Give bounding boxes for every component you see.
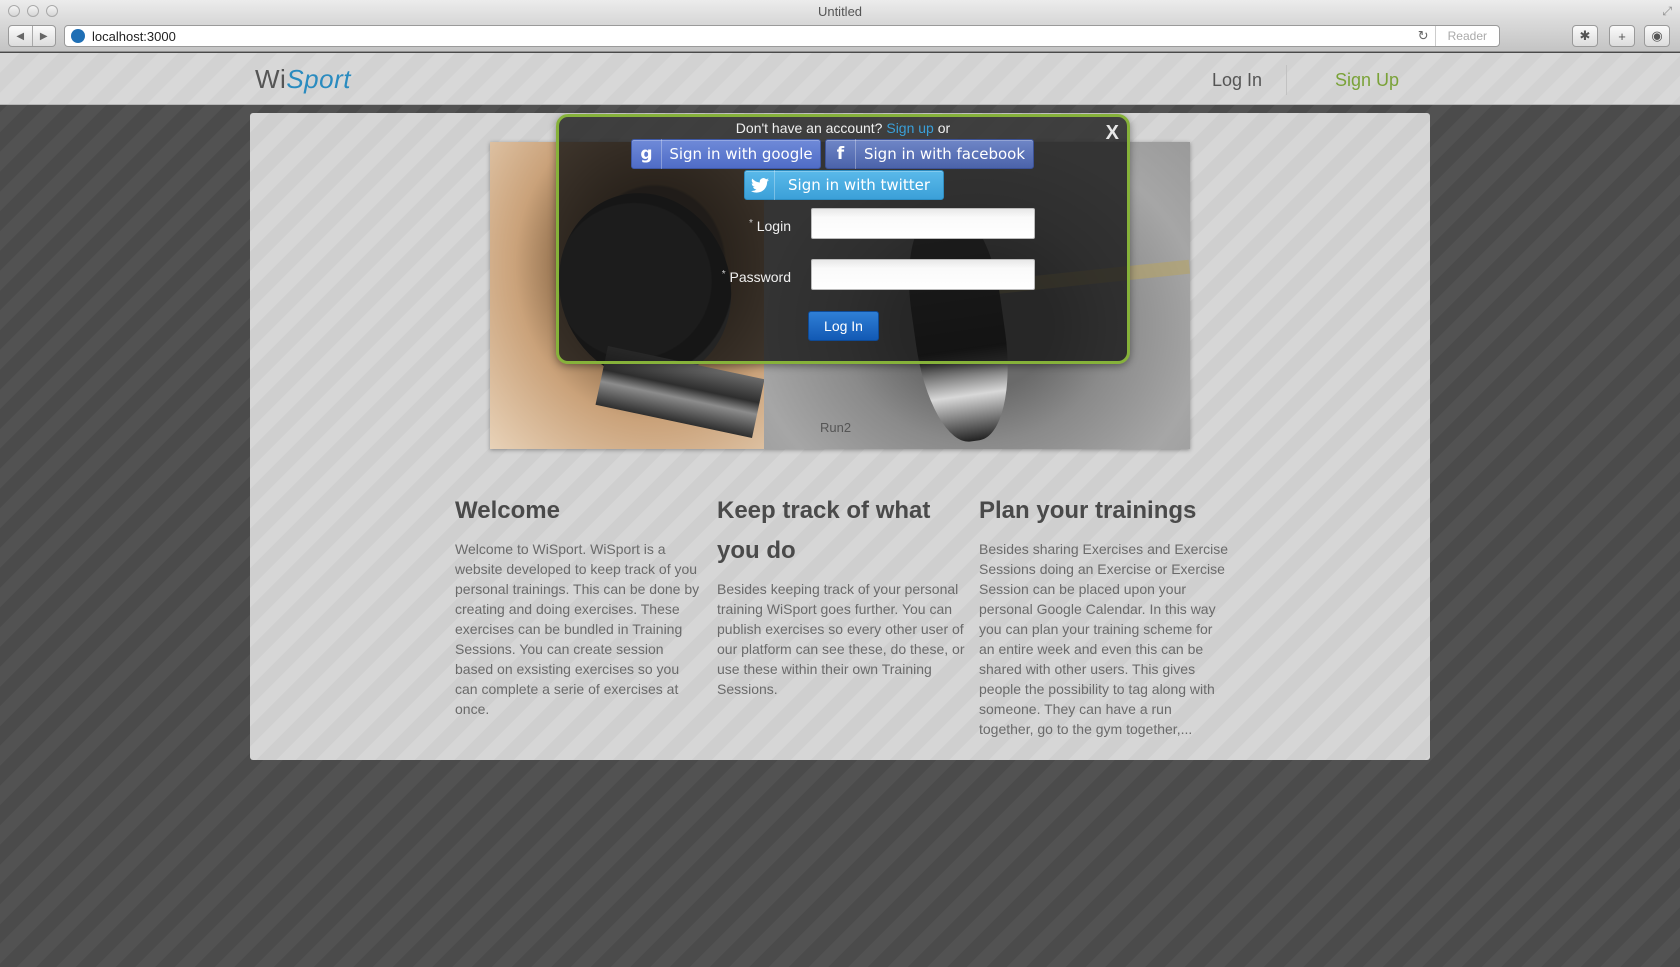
- required-mark: *: [748, 218, 753, 229]
- login-submit-button[interactable]: Log In: [808, 311, 879, 341]
- login-label-text: Login: [756, 218, 791, 234]
- login-input[interactable]: [811, 208, 1035, 239]
- password-label: * Password: [651, 269, 791, 285]
- window-titlebar: Untitled ⤢: [0, 0, 1680, 22]
- login-label: * Login: [651, 218, 791, 234]
- site-navbar: WiSport Log In Sign Up: [0, 53, 1680, 105]
- column-body: Besides sharing Exercises and Exercise S…: [979, 541, 1229, 737]
- login-modal: Don't have an account? Sign up or X g Si…: [556, 114, 1130, 364]
- fullscreen-icon[interactable]: ⤢: [1662, 4, 1672, 19]
- nav-login-link[interactable]: Log In: [1212, 65, 1288, 95]
- reload-icon[interactable]: ↻: [1418, 28, 1429, 44]
- required-mark: *: [721, 269, 726, 280]
- signup-link[interactable]: Sign up: [886, 120, 933, 136]
- twitter-signin-button[interactable]: Sign in with twitter: [744, 170, 944, 200]
- site-logo[interactable]: WiSport: [255, 64, 351, 95]
- url-text[interactable]: localhost:3000: [92, 29, 1418, 44]
- close-modal-button[interactable]: X: [1106, 122, 1119, 145]
- logo-accent: Sport: [286, 64, 351, 94]
- browser-toolbar: ◀ ▶ localhost:3000 ↻ Reader ✱ + ◉: [0, 22, 1680, 52]
- facebook-signin-button[interactable]: f Sign in with facebook: [825, 139, 1034, 169]
- hero-caption: Run2: [820, 420, 852, 435]
- column-welcome: Welcome Welcome to WiSport. WiSport is a…: [455, 491, 705, 719]
- column-title: Plan your trainings: [979, 497, 1197, 524]
- twitter-icon: [745, 170, 775, 200]
- favicon-icon: [71, 29, 85, 43]
- column-body: Welcome to WiSport. WiSport is a website…: [455, 541, 700, 717]
- window-title: Untitled: [817, 4, 863, 19]
- signup-prompt-text: Don't have an account?: [735, 120, 883, 136]
- reader-button[interactable]: Reader: [1434, 26, 1499, 46]
- password-label-text: Password: [729, 269, 791, 285]
- column-keep-track: Keep track of what you do Besides keepin…: [717, 491, 967, 699]
- google-signin-label: Sign in with google: [669, 145, 813, 163]
- column-title: Keep track of what you do: [717, 497, 931, 564]
- signup-prompt: Don't have an account? Sign up or: [559, 120, 1127, 136]
- password-input[interactable]: [811, 259, 1035, 290]
- google-signin-button[interactable]: g Sign in with google: [631, 139, 821, 169]
- google-icon: g: [632, 139, 662, 169]
- facebook-icon: f: [826, 139, 856, 169]
- nav-signup-link[interactable]: Sign Up: [1335, 65, 1399, 95]
- forward-icon[interactable]: ▶: [33, 26, 56, 46]
- column-body: Besides keeping track of your personal t…: [717, 581, 965, 697]
- column-plan: Plan your trainings Besides sharing Exer…: [979, 491, 1229, 739]
- facebook-signin-label: Sign in with facebook: [863, 145, 1026, 163]
- twitter-signin-label: Sign in with twitter: [788, 176, 930, 194]
- back-icon[interactable]: ◀: [9, 26, 33, 46]
- history-buttons: ◀ ▶: [8, 25, 56, 47]
- column-title: Welcome: [455, 497, 560, 524]
- extension-icon[interactable]: ✱: [1572, 25, 1598, 47]
- signup-prompt-or: or: [937, 120, 951, 136]
- new-tab-icon[interactable]: +: [1609, 25, 1635, 47]
- downloads-icon[interactable]: ◉: [1644, 25, 1670, 47]
- address-bar[interactable]: localhost:3000 ↻ Reader: [64, 25, 1500, 47]
- logo-plain: Wi: [255, 64, 287, 94]
